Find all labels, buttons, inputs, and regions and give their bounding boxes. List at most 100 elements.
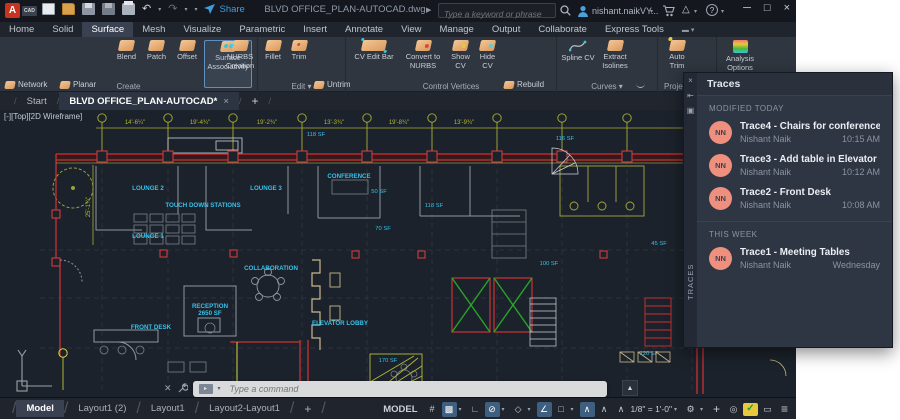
grid-display-icon[interactable]: # — [425, 402, 440, 417]
isolate-objects-icon[interactable]: ◎ — [726, 402, 741, 417]
tab-express-tools[interactable]: Express Tools — [596, 22, 673, 37]
trace-list-item[interactable]: NN Trace3 - Add table in Elevator Lobby … — [697, 149, 892, 182]
customize-wrench-icon[interactable] — [177, 383, 188, 394]
panel-curves-label[interactable]: Curves ▾ — [557, 82, 657, 91]
fillet-button[interactable]: Fillet — [260, 40, 286, 88]
user-account-label[interactable]: nishant.naikVY... — [592, 6, 658, 16]
clean-screen-icon[interactable]: ▭ — [760, 402, 775, 417]
iso-dropdown-icon[interactable]: ▾ — [528, 406, 535, 413]
polar-tracking-icon[interactable]: ⊘ — [485, 402, 500, 417]
trace-list-item[interactable]: NN Trace2 - Front Desk Nishant Naik 10:0… — [697, 182, 892, 215]
undo-dropdown-icon[interactable]: ▾ — [158, 6, 161, 13]
new-layout-button[interactable]: + — [294, 399, 321, 419]
status-menu-icon[interactable]: ≡ — [777, 402, 792, 417]
trace-list-item[interactable]: NN Trace1 - Meeting Tables Nishant Naik … — [697, 242, 892, 275]
hide-cv-button[interactable]: Hide CV — [474, 40, 501, 88]
show-cv-button[interactable]: Show CV — [447, 40, 474, 88]
patch-button[interactable]: Patch — [142, 40, 171, 88]
annotation-scale-value[interactable]: 1/8" = 1'-0" — [631, 404, 672, 414]
new-drawing-tab-button[interactable]: + — [242, 92, 269, 110]
command-history-icon[interactable]: ▸ — [199, 384, 213, 394]
panel-create-label[interactable]: Create — [0, 82, 257, 91]
command-dropdown-icon[interactable]: ▾ — [218, 385, 225, 392]
object-snap-icon[interactable]: □ — [554, 402, 569, 417]
model-space-badge[interactable]: MODEL — [383, 404, 417, 415]
osnap-dropdown-icon[interactable]: ▾ — [571, 406, 578, 413]
start-tab[interactable]: Start — [17, 92, 57, 110]
layout-tab-layout1-2[interactable]: Layout1 (2) — [68, 400, 136, 417]
spline-cv-button[interactable]: Spline CV — [560, 40, 596, 88]
palette-properties-icon[interactable]: ▣ — [687, 106, 695, 115]
tab-visualize[interactable]: Visualize — [174, 22, 230, 37]
command-bar[interactable]: ▸ ▾ — [193, 381, 607, 397]
cv-edit-bar-button[interactable]: CV Edit Bar — [350, 40, 398, 88]
trace-list-item[interactable]: NN Trace4 - Chairs for conference room N… — [697, 116, 892, 149]
layout-tab-layout2[interactable]: Layout2-Layout1 — [199, 400, 290, 417]
convert-to-nurbs-button[interactable]: Convert to NURBS — [400, 40, 446, 88]
extract-isolines-button[interactable]: Extract Isolines — [597, 40, 633, 88]
tab-view[interactable]: View — [392, 22, 430, 37]
search-input[interactable] — [439, 8, 555, 21]
autodesk-apps-icon[interactable]: △ — [682, 4, 690, 15]
search-icon[interactable] — [560, 5, 571, 16]
workspace-dropdown-icon[interactable]: ▾ — [700, 406, 707, 413]
layout-tab-layout1[interactable]: Layout1 — [141, 400, 195, 417]
tab-surface[interactable]: Surface — [82, 22, 133, 37]
plot-icon[interactable] — [122, 3, 135, 15]
close-button[interactable]: × — [784, 2, 790, 14]
snap-mode-icon[interactable]: ▩ — [442, 402, 457, 417]
tab-solid[interactable]: Solid — [43, 22, 82, 37]
tab-output[interactable]: Output — [483, 22, 530, 37]
panel-edit-label[interactable]: Edit ▾ — [258, 82, 345, 91]
annotation-scale-icon[interactable]: ∧ — [614, 402, 629, 417]
tab-annotate[interactable]: Annotate — [336, 22, 392, 37]
palette-close-icon[interactable]: × — [688, 76, 693, 85]
redo-dropdown-icon[interactable]: ▾ — [184, 6, 187, 13]
trim-button[interactable]: Trim — [286, 40, 312, 88]
nurbs-creation-button[interactable]: NURBS Creation — [223, 40, 257, 88]
redo-icon[interactable]: ↷ — [168, 3, 177, 15]
search-expand-icon[interactable]: ▶ — [426, 6, 431, 14]
maximize-button[interactable]: □ — [764, 2, 771, 14]
drawing-tab-active[interactable]: BLVD OFFICE_PLAN-AUTOCAD*× — [59, 92, 239, 110]
autoscale-icon[interactable]: ∧ — [597, 402, 612, 417]
save-icon[interactable] — [82, 3, 95, 15]
blend-button[interactable]: Blend — [112, 40, 141, 88]
tab-collaborate[interactable]: Collaborate — [529, 22, 596, 37]
ribbon-display-toggle-icon[interactable]: ▬ ▾ — [673, 22, 703, 37]
tab-home[interactable]: Home — [0, 22, 43, 37]
snap-dropdown-icon[interactable]: ▾ — [459, 406, 466, 413]
app-menu-button[interactable]: A CAD — [5, 3, 37, 18]
palette-autohide-icon[interactable]: ⇤ — [687, 91, 694, 100]
tab-manage[interactable]: Manage — [430, 22, 482, 37]
close-tab-icon[interactable]: × — [223, 96, 229, 107]
open-file-icon[interactable] — [62, 3, 75, 15]
polar-dropdown-icon[interactable]: ▾ — [502, 406, 509, 413]
command-expand-button[interactable]: ▲ — [622, 380, 638, 396]
drawing-canvas[interactable]: 14'-6¼" 19'-4¾" 19'-2¾" 13'-3¾" 19'-8¾" … — [0, 110, 796, 397]
tab-mesh[interactable]: Mesh — [133, 22, 174, 37]
workspace-gear-icon[interactable]: ⚙ — [683, 402, 698, 417]
viewport-controls[interactable]: [-][Top][2D Wireframe] — [4, 112, 82, 121]
apps-dropdown-icon[interactable]: ▾ — [694, 8, 697, 15]
new-file-icon[interactable] — [42, 3, 55, 15]
help-dropdown-icon[interactable]: ▾ — [721, 8, 724, 15]
user-icon[interactable] — [577, 5, 589, 17]
graphics-performance-icon[interactable]: ✓ — [743, 403, 758, 416]
undo-icon[interactable]: ↶ — [142, 3, 151, 15]
layout-tab-model[interactable]: Model — [16, 400, 63, 417]
isometric-drafting-icon[interactable]: ◇ — [511, 402, 526, 417]
offset-button[interactable]: Offset — [172, 40, 202, 88]
tab-parametric[interactable]: Parametric — [230, 22, 294, 37]
customization-plus-icon[interactable]: + — [709, 402, 724, 417]
object-snap-tracking-icon[interactable]: ∠ — [537, 402, 552, 417]
tab-insert[interactable]: Insert — [294, 22, 336, 37]
user-dropdown-icon[interactable]: ▾ — [650, 8, 653, 15]
qat-dropdown-icon[interactable]: ▾ — [194, 6, 197, 13]
minimize-button[interactable]: ─ — [743, 2, 751, 14]
help-icon[interactable]: ? — [706, 4, 718, 16]
cart-icon[interactable] — [662, 5, 675, 17]
scale-dropdown-icon[interactable]: ▾ — [674, 406, 681, 413]
cancel-command-icon[interactable]: ✕ — [164, 383, 172, 394]
ortho-mode-icon[interactable]: ∟ — [468, 402, 483, 417]
